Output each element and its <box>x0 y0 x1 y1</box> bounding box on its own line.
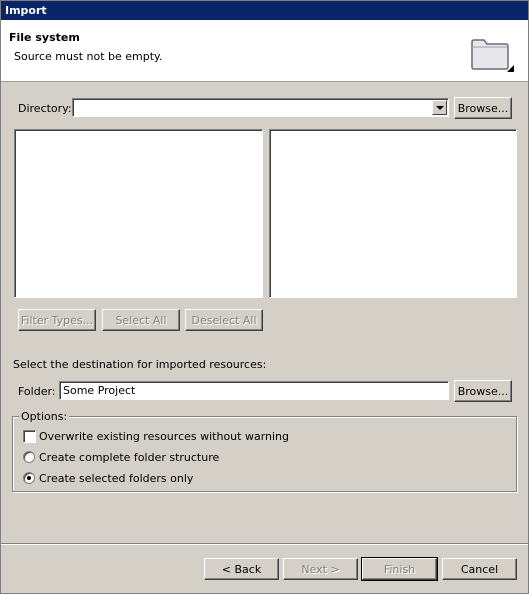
overwrite-checkbox[interactable] <box>23 430 36 443</box>
filter-types-button[interactable]: Filter Types... <box>18 309 96 331</box>
import-dialog: Import File system Source must not be em… <box>0 0 529 594</box>
deselect-all-button[interactable]: Deselect All <box>185 309 263 331</box>
folder-icon <box>471 39 514 72</box>
create-complete-radio[interactable] <box>23 451 35 463</box>
folder-label: Folder: <box>18 385 56 398</box>
file-list[interactable] <box>269 129 517 298</box>
overwrite-label[interactable]: Overwrite existing resources without war… <box>39 430 289 443</box>
create-complete-label[interactable]: Create complete folder structure <box>39 451 219 464</box>
back-button[interactable]: < Back <box>204 558 279 580</box>
create-selected-label[interactable]: Create selected folders only <box>39 472 193 485</box>
directory-input[interactable] <box>76 100 429 115</box>
chevron-down-icon[interactable] <box>432 100 447 115</box>
browse-folder-button[interactable]: Browse... <box>454 380 512 402</box>
next-button[interactable]: Next > <box>283 558 358 580</box>
destination-prompt: Select the destination for imported reso… <box>13 358 267 371</box>
page-message: Source must not be empty. <box>14 50 163 63</box>
wizard-header: File system Source must not be empty. <box>1 20 528 82</box>
window-title: Import <box>5 4 47 17</box>
title-bar: Import <box>1 1 528 20</box>
cancel-button[interactable]: Cancel <box>442 558 517 580</box>
finish-button[interactable]: Finish <box>361 557 438 581</box>
options-legend: Options: <box>19 410 70 423</box>
directory-combo[interactable] <box>72 98 449 117</box>
folder-tree[interactable] <box>14 129 263 298</box>
select-all-button[interactable]: Select All <box>102 309 180 331</box>
create-selected-radio[interactable] <box>23 472 35 484</box>
folder-input[interactable] <box>63 383 443 398</box>
page-title: File system <box>9 31 80 44</box>
folder-field[interactable] <box>59 381 449 400</box>
footer-separator <box>1 543 528 545</box>
browse-source-button[interactable]: Browse... <box>454 97 512 119</box>
directory-label: Directory: <box>18 102 72 115</box>
